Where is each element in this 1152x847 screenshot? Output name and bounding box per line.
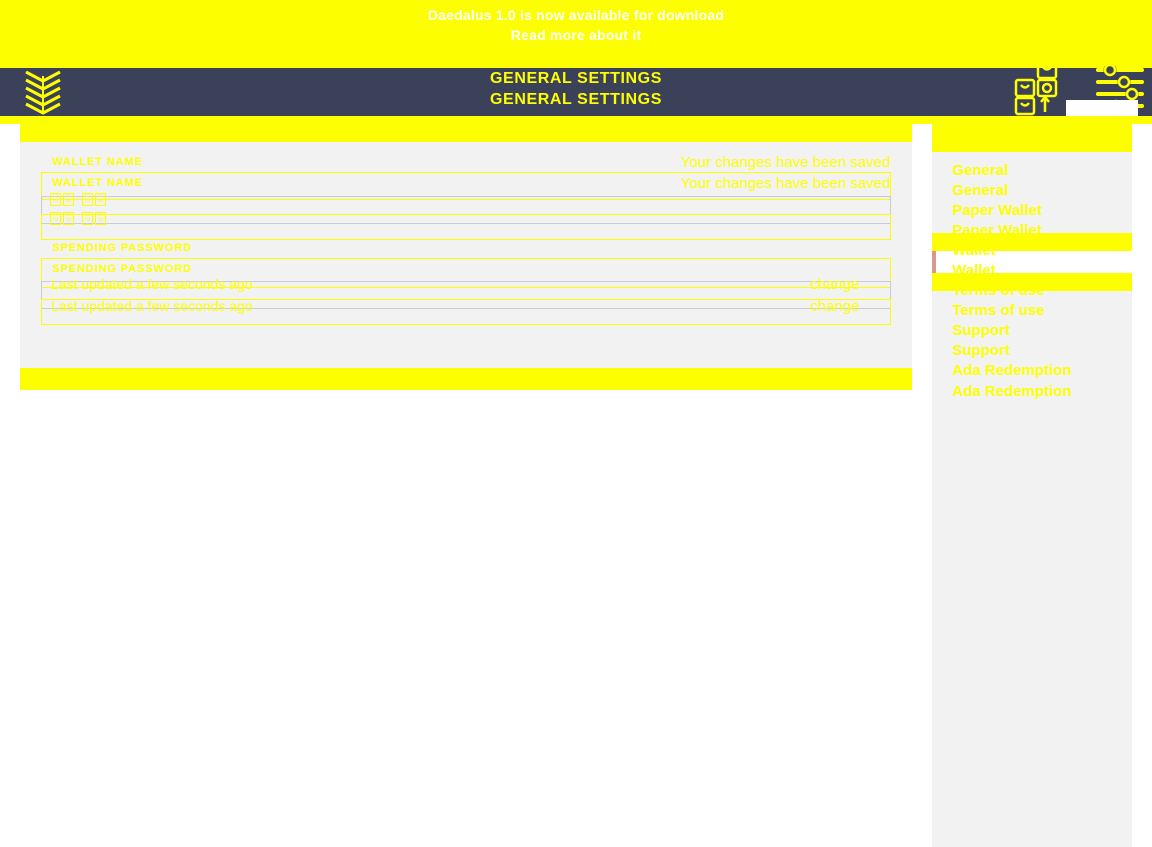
content-pane-bottom-strip — [20, 368, 912, 390]
missing-glyph-box: CD CU — [82, 192, 93, 206]
sidebar-item-ada-redemption-ghost[interactable]: Ada Redemption — [932, 382, 1132, 402]
wallet-name-input-border-bottom[interactable] — [41, 214, 891, 240]
spending-password-last-updated: Last updated a few seconds ago — [51, 276, 253, 292]
missing-glyph-box: AC UU — [95, 211, 106, 225]
spending-password-label: SPENDING PASSWORD — [52, 242, 192, 254]
wallet-name-saved-message: Your changes have been saved — [680, 154, 890, 171]
missing-glyph-box: AC UU — [63, 192, 74, 206]
sidebar-item-wallet[interactable]: Wallet — [932, 241, 1132, 261]
news-banner-line-1: Daedalus 1.0 is now available for downlo… — [427, 7, 725, 23]
missing-glyph-box: C9 CU — [50, 192, 61, 206]
missing-glyph-box: C9 CU — [50, 211, 61, 225]
settings-menu-top-strip — [932, 124, 1132, 152]
change-password-link-ghost[interactable]: change — [810, 297, 859, 316]
daedalus-logo[interactable] — [22, 70, 64, 116]
spending-password-last-updated-ghost: Last updated a few seconds ago — [51, 298, 253, 314]
sidebar-item-general-ghost[interactable]: General — [932, 181, 1132, 201]
missing-glyph-box: CD CU — [82, 211, 93, 225]
sidebar-item-support[interactable]: Support — [932, 321, 1132, 341]
wallet-name-input-value-ghost: C9 CU AC UU CD CU AC UU — [50, 208, 108, 227]
wallet-name-input-value: C9 CU AC UU CD CU AC UU — [50, 189, 108, 208]
topbar-underline — [0, 116, 1152, 124]
sidebar-item-paper-wallet[interactable]: Paper Wallet — [932, 201, 1132, 221]
sidebar-item-wallet-ghost[interactable]: Wallet — [932, 261, 1132, 281]
news-banner: Daedalus 1.0 is now available for downlo… — [0, 0, 1152, 70]
sidebar-item-support-ghost[interactable]: Support — [932, 341, 1132, 361]
sidebar-item-terms-of-use[interactable]: Terms of use — [932, 281, 1132, 301]
app-root: Daedalus 1.0 is now available for downlo… — [0, 0, 1152, 847]
sidebar-item-general[interactable]: General — [932, 161, 1132, 181]
news-banner-line-2[interactable]: Read more about it — [511, 25, 641, 45]
top-navigation-bar — [0, 68, 1152, 116]
sidebar-item-ada-redemption[interactable]: Ada Redemption — [932, 361, 1132, 381]
wallets-icon[interactable] — [1012, 60, 1058, 116]
missing-glyph-box: AC UU — [63, 211, 74, 225]
wallet-name-label: WALLET NAME — [52, 156, 143, 168]
missing-glyph-box: AC UU — [95, 192, 106, 206]
content-pane-top-strip — [20, 124, 912, 142]
change-password-link[interactable]: change — [810, 275, 859, 294]
sidebar-item-paper-wallet-ghost[interactable]: Paper Wallet — [932, 221, 1132, 241]
sidebar-item-terms-of-use-ghost[interactable]: Terms of use — [932, 301, 1132, 321]
